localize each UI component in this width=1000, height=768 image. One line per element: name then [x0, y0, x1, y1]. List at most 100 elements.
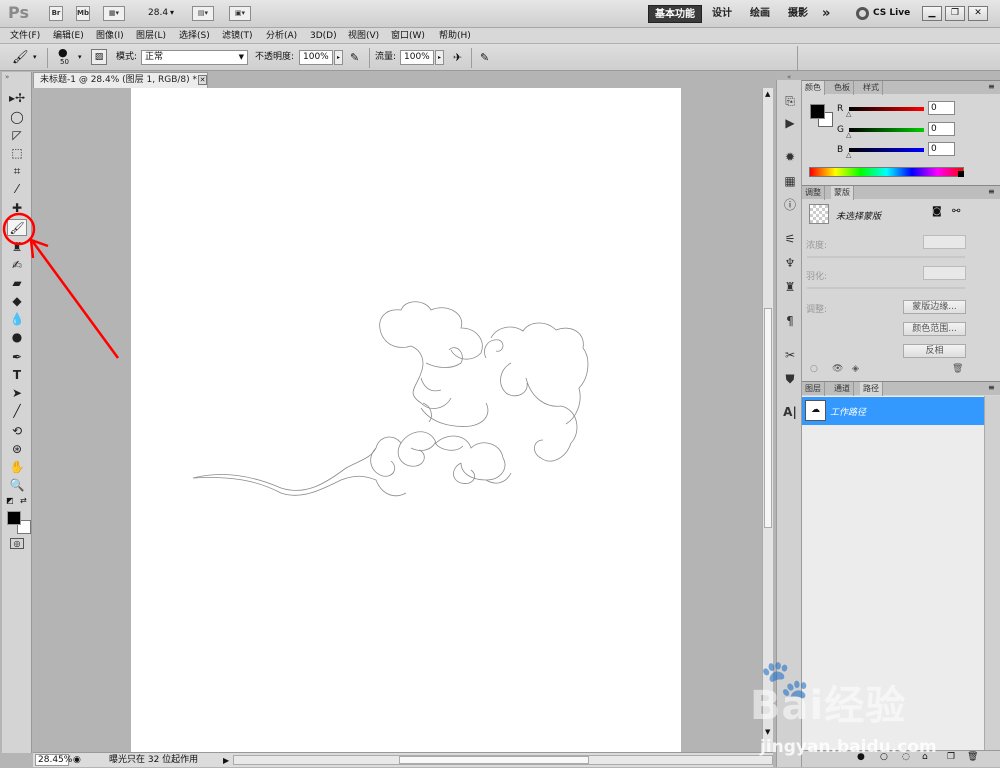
pixel-mask-icon[interactable]: ◙ [932, 206, 942, 217]
default-colors-icon[interactable]: ◩ [6, 496, 14, 505]
paragraph-panel-icon[interactable]: ¶ [781, 312, 799, 330]
history-brush-tool-icon[interactable]: ✍ [7, 257, 27, 274]
swap-colors-icon[interactable]: ⇄ [20, 496, 27, 505]
horizontal-scrollbar[interactable] [233, 755, 773, 765]
quick-mask-icon[interactable]: ◎ [10, 538, 24, 549]
red-slider[interactable] [849, 107, 924, 111]
brush-panel-icon[interactable]: ⚟ [781, 230, 799, 248]
blue-slider[interactable] [849, 148, 924, 152]
zoom-status-field[interactable]: 28.45% [35, 754, 72, 766]
pressure-opacity-icon[interactable]: ✎ [350, 51, 359, 64]
type-tool-icon[interactable]: T [7, 367, 27, 384]
opacity-slider-toggle[interactable]: ▸ [334, 50, 343, 65]
lasso-tool-icon[interactable]: ◸ [7, 127, 27, 144]
clone-stamp-panel-icon[interactable]: ♆ [781, 254, 799, 272]
blue-slider-handle[interactable]: △ [846, 151, 851, 159]
tool-presets-icon[interactable]: ♜ [781, 278, 799, 296]
scroll-thumb[interactable] [399, 756, 589, 764]
more-workspaces-button[interactable]: » [822, 5, 830, 23]
opacity-input[interactable]: 100% [299, 50, 333, 65]
workspace-painting[interactable]: 绘画 [750, 5, 770, 23]
red-slider-handle[interactable]: △ [846, 110, 851, 118]
canvas[interactable] [131, 88, 681, 753]
arrange-docs-button[interactable]: ▤▾ [192, 6, 214, 21]
menu-view[interactable]: 视图(V) [348, 28, 379, 44]
flow-slider-toggle[interactable]: ▸ [435, 50, 444, 65]
red-value-input[interactable]: 0 [928, 101, 955, 115]
tab-channels[interactable]: 通道 [831, 382, 854, 396]
restore-button[interactable]: ❐ [945, 6, 965, 21]
menu-help[interactable]: 帮助(H) [439, 28, 471, 44]
move-tool-icon[interactable]: ▸✢ [7, 90, 27, 107]
crop-tool-icon[interactable]: ⌗ [7, 163, 27, 180]
eraser-tool-icon[interactable]: ▰ [7, 275, 27, 292]
menu-select[interactable]: 选择(S) [179, 28, 210, 44]
apply-mask-icon[interactable]: ◈ [852, 364, 859, 374]
document-tab[interactable]: 未标题-1 @ 28.4% (图层 1, RGB/8) * ✕ [33, 72, 208, 88]
chevron-down-icon[interactable]: ▾ [170, 8, 174, 17]
tab-masks[interactable]: 蒙版 [831, 186, 854, 200]
hand-tool-icon[interactable]: ✋ [7, 459, 27, 476]
actions-panel-icon[interactable]: ▶ [781, 114, 799, 132]
menu-window[interactable]: 窗口(W) [391, 28, 425, 44]
flow-input[interactable]: 100% [400, 50, 434, 65]
tab-swatches[interactable]: 色板 [831, 81, 854, 95]
3d-panel-icon[interactable]: ⛊ [781, 370, 799, 388]
path-select-tool-icon[interactable]: ➤ [7, 385, 27, 402]
menu-edit[interactable]: 编辑(E) [53, 28, 84, 44]
tab-adjustments[interactable]: 调整 [802, 186, 825, 200]
green-value-input[interactable]: 0 [928, 122, 955, 136]
workspace-photography[interactable]: 摄影 [788, 5, 808, 23]
history-panel-icon[interactable]: ⎘ [781, 92, 799, 110]
blue-value-input[interactable]: 0 [928, 142, 955, 156]
view-extras-button[interactable]: ▦▾ [103, 6, 125, 21]
screen-mode-button[interactable]: ▣▾ [229, 6, 251, 21]
menu-3d[interactable]: 3D(D) [310, 28, 337, 44]
status-menu-arrow[interactable]: ▶ [223, 754, 229, 768]
delete-mask-icon[interactable]: 🗑 [952, 364, 963, 374]
mask-edge-button[interactable]: 蒙版边缘... [903, 300, 966, 314]
zoom-tool-icon[interactable]: 🔍 [7, 477, 27, 494]
clone-source-icon[interactable]: ▦ [781, 172, 799, 190]
workspace-design[interactable]: 设计 [712, 5, 732, 23]
pen-tool-icon[interactable]: ✒ [7, 349, 27, 366]
line-tool-icon[interactable]: ╱ [7, 403, 27, 420]
brush-presets-icon[interactable]: ✹ [781, 148, 799, 166]
close-tab-icon[interactable]: ✕ [198, 75, 207, 85]
path-row-work-path[interactable]: ☁ 工作路径 [802, 397, 984, 425]
minimize-button[interactable]: ▁ [922, 6, 942, 21]
menu-filter[interactable]: 滤镜(T) [222, 28, 253, 44]
blur-tool-icon[interactable]: 💧 [7, 311, 27, 328]
tab-color[interactable]: 颜色 [802, 81, 825, 95]
pressure-size-icon[interactable]: ✎ [480, 51, 489, 64]
marquee-tool-icon[interactable]: ◯ [7, 109, 27, 126]
color-range-button[interactable]: 颜色范围... [903, 322, 966, 336]
color-spectrum-ramp[interactable] [809, 167, 964, 177]
tab-layers[interactable]: 图层 [802, 382, 825, 396]
cslive-menu[interactable]: CS Live [873, 8, 910, 18]
panel-menu-icon[interactable]: ≡ [988, 82, 995, 91]
brush-tool-icon[interactable]: 🖌 [7, 219, 27, 236]
tab-styles[interactable]: 样式 [860, 81, 883, 95]
zoom-level-display[interactable]: 28.4 [148, 8, 168, 18]
delete-path-icon[interactable]: 🗑 [967, 752, 978, 762]
quick-select-tool-icon[interactable]: ⬚ [7, 145, 27, 162]
clone-stamp-tool-icon[interactable]: ♜ [7, 239, 27, 256]
load-selection-icon[interactable]: ○ [810, 364, 818, 374]
invert-button[interactable]: 反相 [903, 344, 966, 358]
collapse-icon[interactable]: « [787, 73, 791, 81]
chevron-down-icon[interactable]: ▾ [78, 53, 82, 61]
panel-menu-icon[interactable]: ≡ [988, 187, 995, 196]
character-panel-icon[interactable]: A| [781, 403, 799, 421]
menu-analysis[interactable]: 分析(A) [266, 28, 297, 44]
foreground-color-swatch[interactable] [7, 511, 21, 525]
black-swatch[interactable] [958, 171, 964, 177]
menu-image[interactable]: 图像(I) [96, 28, 124, 44]
bridge-button[interactable]: Br [49, 6, 63, 21]
info-panel-icon[interactable]: ⓘ [781, 196, 799, 214]
vector-mask-icon[interactable]: ⚯ [952, 206, 960, 217]
chevron-down-icon[interactable]: ▾ [33, 53, 37, 61]
vertical-scrollbar[interactable]: ▲ ▼ [762, 88, 773, 753]
eyedropper-tool-icon[interactable]: ⁄ [7, 181, 27, 198]
scroll-up-icon[interactable]: ▲ [765, 90, 770, 98]
